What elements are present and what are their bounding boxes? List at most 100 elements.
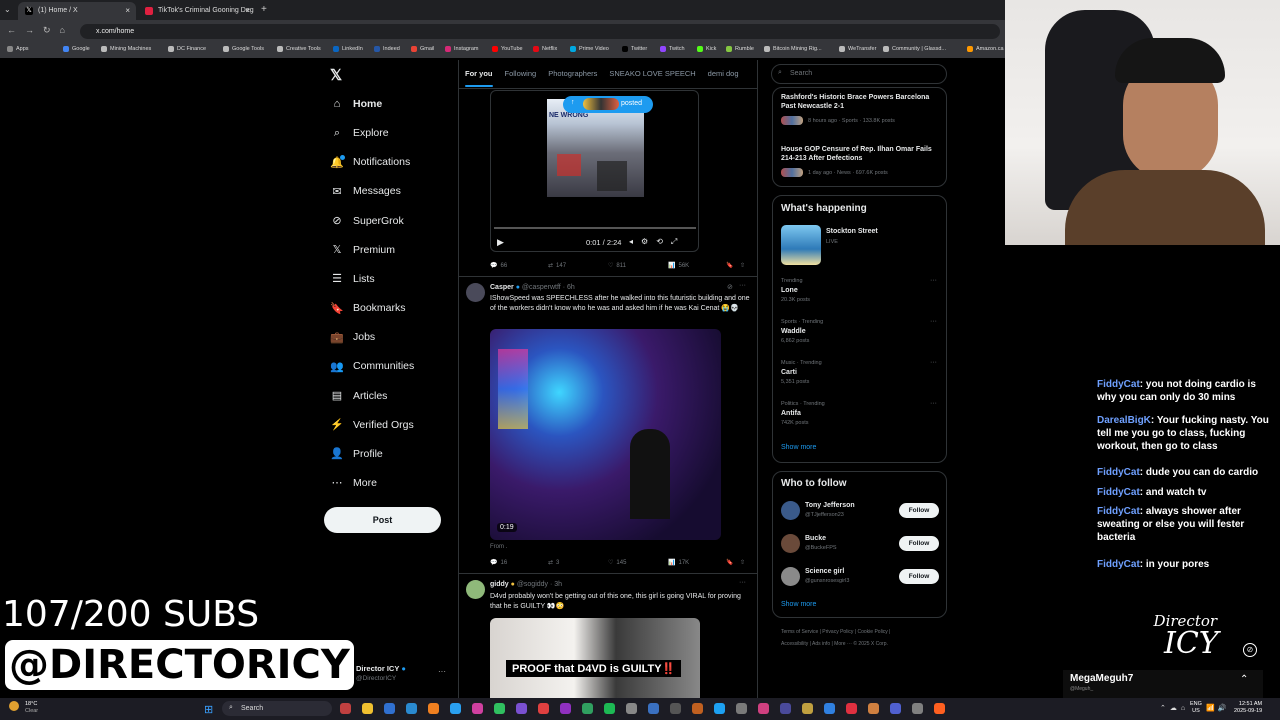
- more-icon[interactable]: ···: [930, 359, 937, 366]
- follow-button[interactable]: Follow: [899, 569, 939, 584]
- feed-tab[interactable]: For you: [459, 63, 499, 87]
- bookmark-item[interactable]: Instagram: [445, 46, 478, 52]
- tab-x-home[interactable]: 𝕏 (1) Home / X ×: [18, 2, 136, 20]
- bookmark-item[interactable]: Kick: [697, 46, 716, 52]
- views-icon[interactable]: 📊 56K: [668, 262, 689, 269]
- taskbar-app-icon[interactable]: [428, 703, 439, 714]
- bookmark-item[interactable]: WeTransfer: [839, 46, 876, 52]
- avatar[interactable]: [781, 501, 800, 520]
- footer-links[interactable]: Terms of Service | Privacy Policy | Cook…: [781, 629, 890, 635]
- taskbar-app-icon[interactable]: [934, 703, 945, 714]
- nav-item-more[interactable]: ⋯ More: [330, 472, 450, 494]
- nav-item-communities[interactable]: 👥 Communities: [330, 355, 450, 377]
- nav-item-premium[interactable]: 𝕏 Premium: [330, 239, 450, 261]
- nav-item-supergrok[interactable]: ⊘ SuperGrok: [330, 210, 450, 232]
- account-more-icon[interactable]: ···: [438, 667, 446, 676]
- share-icon[interactable]: ⇧: [740, 262, 745, 269]
- chevron-up-icon[interactable]: ⌃: [1240, 674, 1248, 685]
- news-title[interactable]: Rashford's Historic Brace Powers Barcelo…: [781, 93, 941, 111]
- taskbar-app-icon[interactable]: [406, 703, 417, 714]
- bookmark-item[interactable]: LinkedIn: [333, 46, 363, 52]
- tab-tiktok[interactable]: TikTok's Criminal Gooning Deg ×: [138, 2, 256, 20]
- taskbar-app-icon[interactable]: [516, 703, 527, 714]
- taskbar-app-icon[interactable]: [890, 703, 901, 714]
- follow-name[interactable]: Tony Jefferson: [805, 502, 855, 509]
- taskbar-app-icon[interactable]: [582, 703, 593, 714]
- weather-widget[interactable]: 18°C Clear: [25, 701, 38, 715]
- taskbar-app-icon[interactable]: [670, 703, 681, 714]
- nav-item-explore[interactable]: ⌕ Explore: [330, 122, 450, 144]
- bookmark-item[interactable]: Bitcoin Mining Rig...: [764, 46, 822, 52]
- bookmark-item[interactable]: DC Finance: [168, 46, 206, 52]
- taskbar-app-icon[interactable]: [472, 703, 483, 714]
- taskbar-app-icon[interactable]: [912, 703, 923, 714]
- avatar[interactable]: [781, 534, 800, 553]
- taskbar-app-icon[interactable]: [538, 703, 549, 714]
- feed-tab[interactable]: Photographers: [542, 63, 603, 87]
- grok-icon[interactable]: ⊘: [1243, 643, 1257, 657]
- more-icon[interactable]: ···: [739, 579, 746, 586]
- taskbar-app-icon[interactable]: [692, 703, 703, 714]
- reply-icon[interactable]: 💬 66: [490, 262, 507, 269]
- bookmark-icon[interactable]: 🔖: [726, 559, 733, 566]
- post-button[interactable]: Post: [324, 507, 441, 533]
- bookmark-item[interactable]: Google Tools: [223, 46, 264, 52]
- like-icon[interactable]: ♡ 145: [608, 559, 626, 566]
- language-indicator[interactable]: ENG US: [1190, 701, 1202, 715]
- trend-name[interactable]: Antifa: [781, 410, 801, 417]
- bookmark-item[interactable]: Indeed: [374, 46, 400, 52]
- system-tray-icons[interactable]: 📶🔊: [1206, 704, 1229, 712]
- windows-start-icon[interactable]: ⊞: [204, 703, 213, 716]
- repost-icon[interactable]: ⇄ 3: [548, 559, 559, 566]
- taskbar-app-icon[interactable]: [560, 703, 571, 714]
- nav-item-lists[interactable]: ☰ Lists: [330, 268, 450, 290]
- tray-icons[interactable]: ⌃☁⌂: [1160, 704, 1189, 712]
- repost-icon[interactable]: ⇄ 147: [548, 262, 566, 269]
- bookmark-icon[interactable]: 🔖: [726, 262, 733, 269]
- avatar[interactable]: [466, 283, 485, 302]
- bookmark-item[interactable]: Community | Glassd...: [883, 46, 946, 52]
- views-icon[interactable]: 📊 17K: [668, 559, 689, 566]
- taskbar-app-icon[interactable]: [736, 703, 747, 714]
- follow-name[interactable]: Bucke: [805, 535, 826, 542]
- bookmark-item[interactable]: Twitch: [660, 46, 685, 52]
- posted-pill[interactable]: ↑ posted: [563, 96, 653, 113]
- follow-button[interactable]: Follow: [899, 503, 939, 518]
- nav-item-jobs[interactable]: 💼 Jobs: [330, 326, 450, 348]
- tweet-image[interactable]: PROOF that D4VD is GUILTY‼️: [490, 618, 700, 698]
- like-icon[interactable]: ♡ 811: [608, 262, 626, 269]
- taskbar-app-icon[interactable]: [362, 703, 373, 714]
- bookmark-item[interactable]: YouTube: [492, 46, 523, 52]
- taskbar-app-icon[interactable]: [626, 703, 637, 714]
- taskbar-app-icon[interactable]: [780, 703, 791, 714]
- nav-item-messages[interactable]: ✉ Messages: [330, 180, 450, 202]
- bookmark-item[interactable]: Mining Machines: [101, 46, 151, 52]
- more-icon[interactable]: ···: [739, 282, 746, 289]
- follow-name[interactable]: Science girl: [805, 568, 844, 575]
- taskbar-search[interactable]: ⌕ Search: [222, 701, 332, 716]
- close-tab-icon[interactable]: ×: [245, 6, 250, 15]
- weather-icon[interactable]: [9, 701, 19, 711]
- clock[interactable]: 12:51 AM 2025-09-19: [1234, 701, 1262, 715]
- tweet-author[interactable]: Casper: [490, 284, 514, 291]
- taskbar-app-icon[interactable]: [494, 703, 505, 714]
- bookmark-item[interactable]: Apps: [7, 46, 29, 52]
- account-name[interactable]: Director ICY ●: [356, 664, 406, 673]
- show-more-trends[interactable]: Show more: [781, 444, 816, 451]
- tweet-video[interactable]: 0:19: [490, 329, 721, 540]
- video-source[interactable]: From .: [490, 544, 507, 550]
- taskbar-app-icon[interactable]: [824, 703, 835, 714]
- bookmark-item[interactable]: Google: [63, 46, 90, 52]
- taskbar-app-icon[interactable]: [714, 703, 725, 714]
- video-controls-icon[interactable]: ◂⚙⟲⤢: [629, 237, 685, 247]
- trend-name[interactable]: Lone: [781, 287, 798, 294]
- reply-icon[interactable]: 💬 16: [490, 559, 507, 566]
- nav-item-notifications[interactable]: 🔔 Notifications: [330, 151, 450, 173]
- taskbar-app-icon[interactable]: [648, 703, 659, 714]
- taskbar-app-icon[interactable]: [604, 703, 615, 714]
- trend-name[interactable]: Carti: [781, 369, 797, 376]
- video-progress-track[interactable]: [494, 227, 696, 229]
- news-title[interactable]: House GOP Censure of Rep. Ilhan Omar Fai…: [781, 145, 941, 163]
- url-field[interactable]: x.com/home: [80, 24, 1000, 39]
- new-tab-icon[interactable]: +: [261, 4, 267, 15]
